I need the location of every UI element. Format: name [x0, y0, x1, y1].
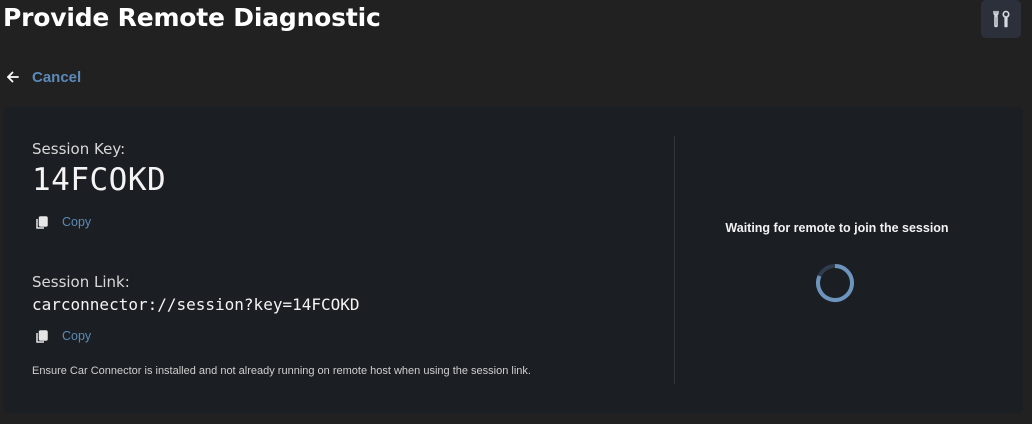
session-details: Session Key: 14FCOKD Copy Session Link: …: [32, 107, 662, 413]
tools-button[interactable]: [981, 0, 1021, 38]
session-key-value: 14FCOKD: [32, 162, 167, 198]
session-key-label: Session Key:: [32, 140, 126, 158]
copy-link-button[interactable]: Copy: [36, 327, 91, 345]
copy-icon: [36, 329, 48, 343]
copy-icon: [36, 215, 48, 229]
session-link-hint: Ensure Car Connector is installed and no…: [32, 365, 531, 377]
copy-key-button[interactable]: Copy: [36, 213, 91, 231]
cancel-link[interactable]: Cancel: [6, 66, 81, 88]
waiting-text: Waiting for remote to join the session: [725, 221, 949, 235]
session-link-value: carconnector://session?key=14FCOKD: [32, 295, 360, 314]
copy-key-label: Copy: [62, 215, 92, 229]
loading-spinner-icon: [816, 264, 854, 302]
page-title: Provide Remote Diagnostic: [3, 3, 381, 32]
session-link-label: Session Link:: [32, 273, 130, 291]
session-card: Session Key: 14FCOKD Copy Session Link: …: [3, 107, 1023, 413]
copy-link-label: Copy: [62, 329, 92, 343]
cancel-label: Cancel: [32, 68, 82, 86]
waiting-status: Waiting for remote to join the session: [675, 107, 1023, 413]
tools-icon: [993, 10, 1010, 28]
arrow-left-icon: [7, 71, 19, 83]
